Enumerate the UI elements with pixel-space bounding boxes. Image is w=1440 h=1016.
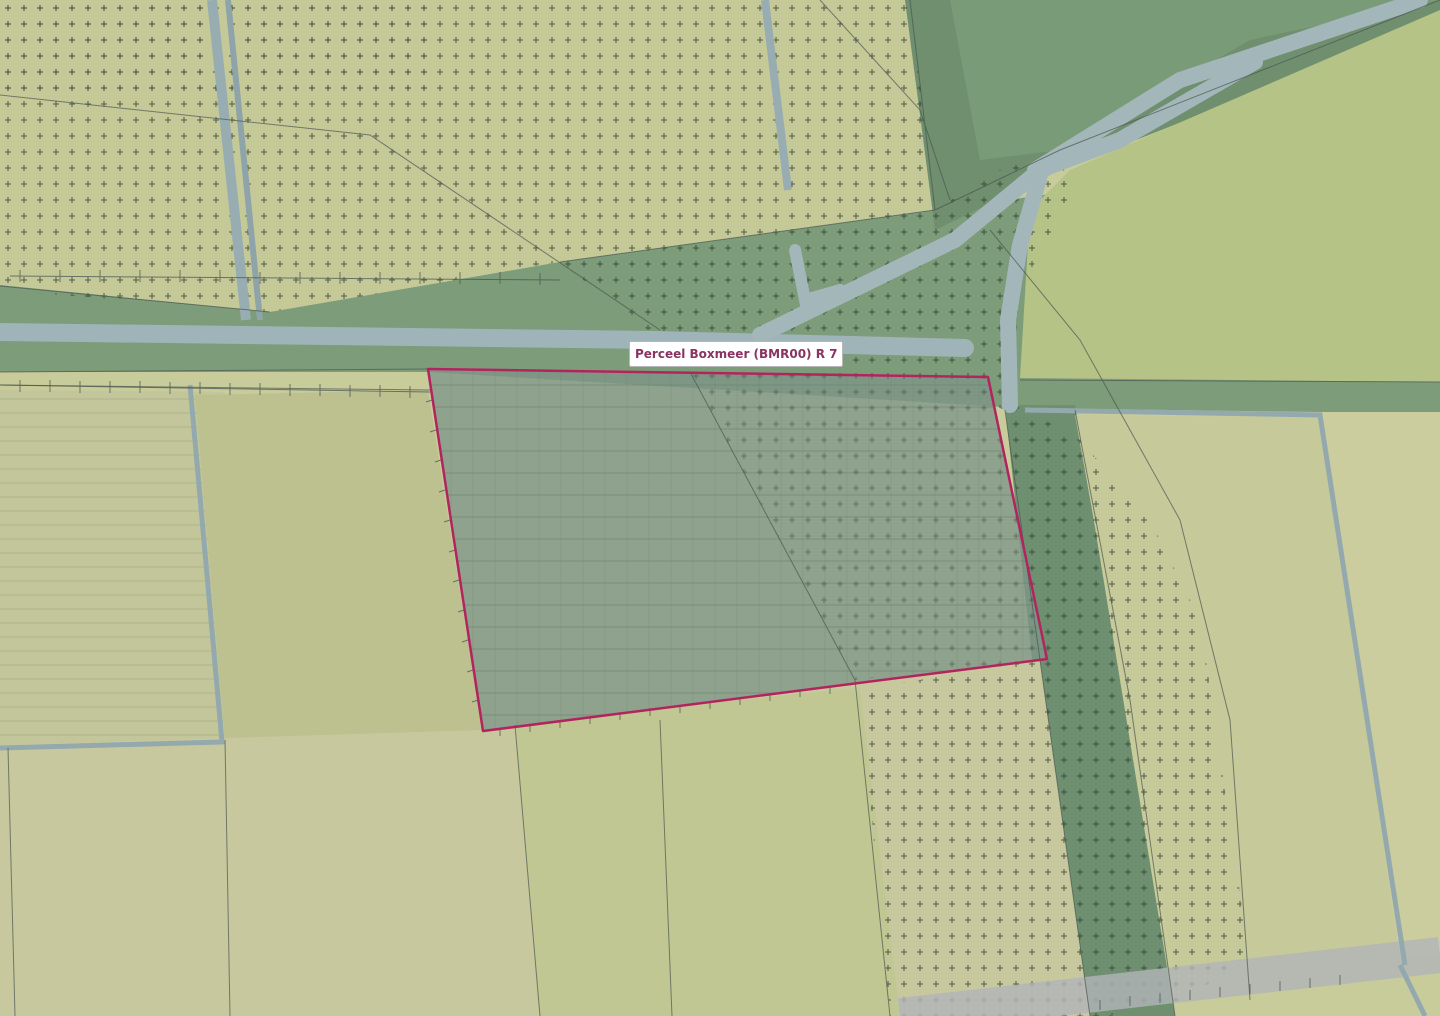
map-viewport[interactable]: Perceel Boxmeer (BMR00) R 7 bbox=[0, 0, 1440, 1016]
field-left-stripes bbox=[0, 390, 225, 745]
field-south-inner bbox=[515, 688, 900, 1016]
parcel-label[interactable]: Perceel Boxmeer (BMR00) R 7 bbox=[629, 341, 844, 367]
map-canvas[interactable] bbox=[0, 0, 1440, 1016]
